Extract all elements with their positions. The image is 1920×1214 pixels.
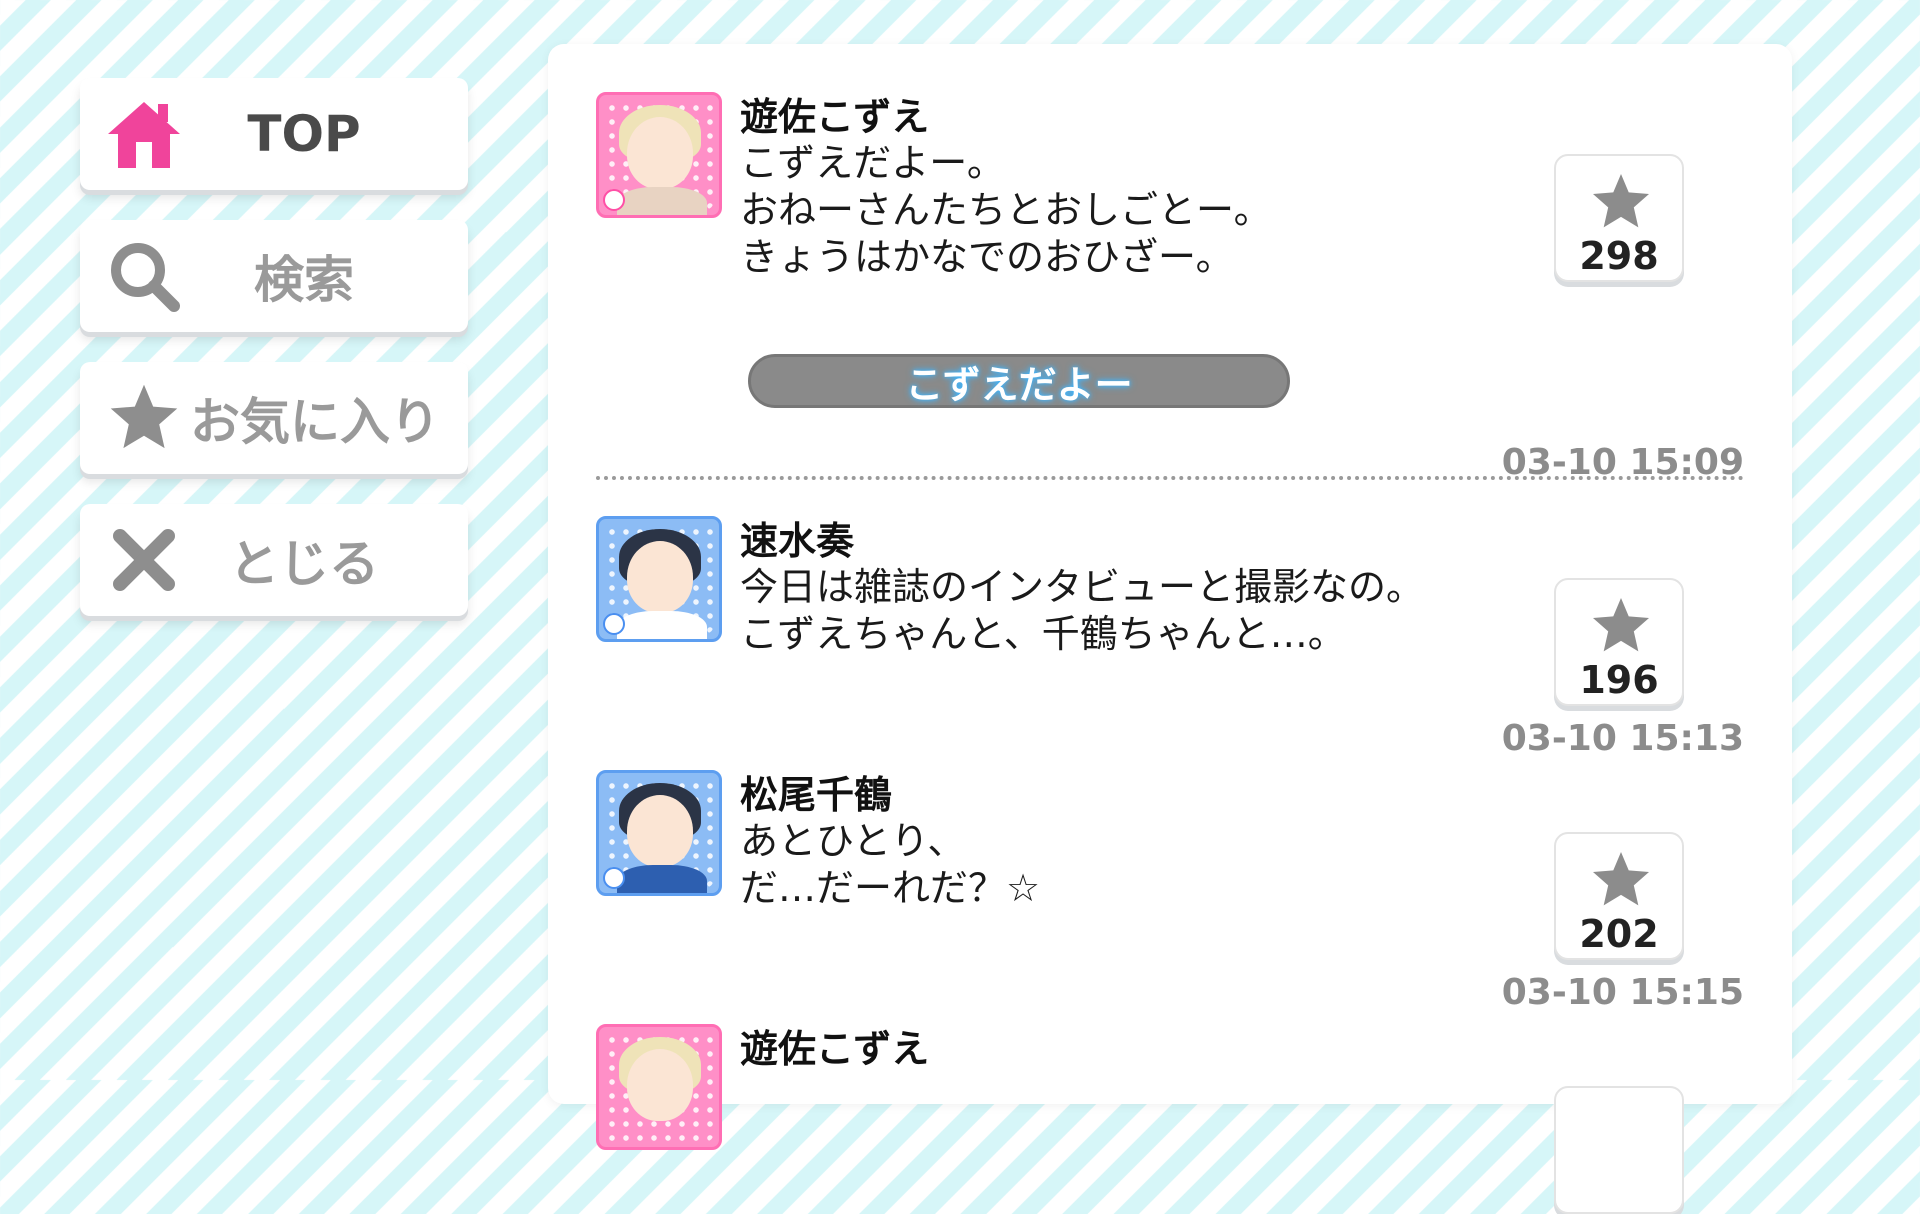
badge-icon: [603, 867, 625, 889]
post-item: 遊佐こずえ こずえだよー。 おねーさんたちとおしごとー。 きょうはかなでのおひざ…: [596, 92, 1744, 483]
voice-label: こずえだよー: [905, 362, 1133, 407]
like-count: 298: [1579, 234, 1659, 278]
avatar[interactable]: [596, 1024, 722, 1150]
top-label: TOP: [247, 105, 361, 163]
badge-icon: [603, 613, 625, 635]
post-timestamp: 03-10 15:15: [1501, 972, 1744, 1013]
star-icon: [1593, 852, 1649, 906]
sidebar-nav: TOP 検索 お気に入り とじる: [80, 78, 468, 646]
avatar[interactable]: [596, 516, 722, 642]
favorites-label: お気に入り: [190, 393, 440, 451]
post-item: 遊佐こずえ: [596, 1024, 1744, 1214]
like-button[interactable]: [1554, 1086, 1684, 1214]
poster-name: 遊佐こずえ: [740, 1027, 930, 1071]
avatar[interactable]: [596, 770, 722, 896]
close-button[interactable]: とじる: [80, 504, 468, 616]
poster-name: 遊佐こずえ: [740, 95, 930, 139]
like-button[interactable]: 202: [1554, 832, 1684, 960]
poster-name: 松尾千鶴: [740, 773, 893, 817]
search-button[interactable]: 検索: [80, 220, 468, 332]
top-button[interactable]: TOP: [80, 78, 468, 190]
star-icon: [106, 380, 182, 456]
post-text: 今日は雑誌のインタビューと撮影なの。 こずえちゃんと、千鶴ちゃんと…。: [740, 565, 1425, 656]
badge-icon: [603, 189, 625, 211]
star-icon: [1593, 598, 1649, 652]
divider: [596, 476, 1744, 480]
poster-name: 速水奏: [740, 519, 855, 563]
voice-play-button[interactable]: こずえだよー: [748, 354, 1290, 408]
like-count: 196: [1579, 658, 1659, 702]
post-item: 速水奏 今日は雑誌のインタビューと撮影なの。 こずえちゃんと、千鶴ちゃんと…。 …: [596, 516, 1744, 759]
like-button[interactable]: 298: [1554, 154, 1684, 282]
close-label: とじる: [229, 535, 379, 593]
like-count: 202: [1579, 912, 1659, 956]
post-text: あとひとり、 だ…だーれだ？☆: [740, 819, 1041, 910]
search-label: 検索: [254, 251, 354, 309]
post-item: 松尾千鶴 あとひとり、 だ…だーれだ？☆ 202 03-10 15:15: [596, 770, 1744, 1013]
like-button[interactable]: 196: [1554, 578, 1684, 706]
post-text: こずえだよー。 おねーさんたちとおしごとー。 きょうはかなでのおひざー。: [740, 141, 1272, 279]
favorites-button[interactable]: お気に入り: [80, 362, 468, 474]
star-icon: [1593, 174, 1649, 228]
timeline-panel: 遊佐こずえ こずえだよー。 おねーさんたちとおしごとー。 きょうはかなでのおひざ…: [548, 44, 1792, 1214]
avatar[interactable]: [596, 92, 722, 218]
post-timestamp: 03-10 15:13: [1501, 718, 1744, 759]
